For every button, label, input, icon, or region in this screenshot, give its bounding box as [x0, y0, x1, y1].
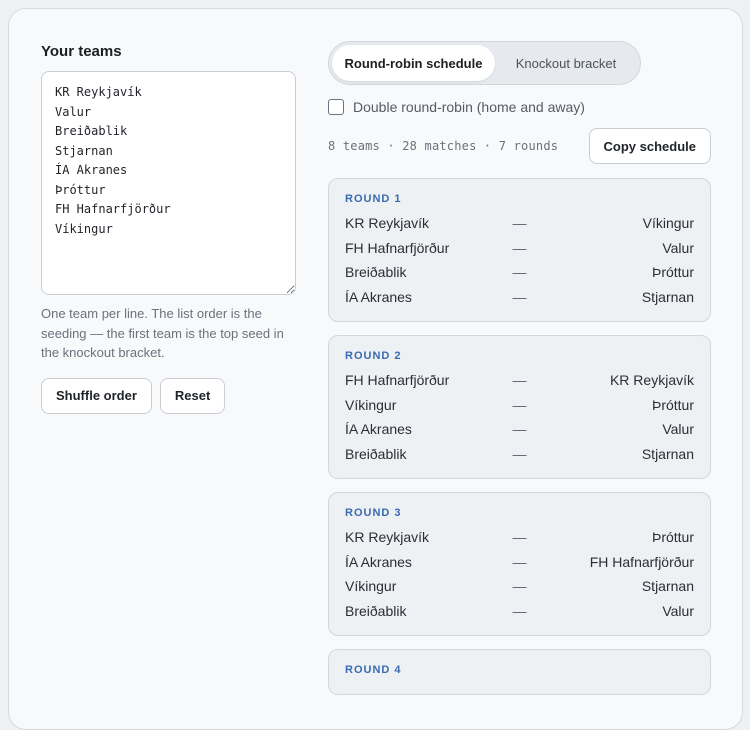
match-separator: —	[512, 239, 527, 256]
scheduler-card: Your teams One team per line. The list o…	[8, 8, 743, 730]
schedule-stats: 8 teams · 28 matches · 7 rounds	[328, 139, 559, 153]
match-row: Víkingur — Stjarnan	[345, 574, 694, 599]
schedule-panel: Round-robin schedule Knockout bracket Do…	[328, 41, 711, 695]
teams-input-wrapper	[41, 71, 296, 295]
match-separator: —	[512, 445, 527, 462]
match-row: Breiðablik — Stjarnan	[345, 442, 694, 467]
match-separator: —	[512, 553, 527, 570]
home-team: Breiðablik	[345, 602, 407, 619]
teams-hint: One team per line. The list order is the…	[41, 306, 284, 360]
round-card: ROUND 4	[328, 649, 711, 695]
away-team: Þróttur	[651, 264, 694, 281]
home-team: ÍA Akranes	[345, 288, 412, 305]
match-row: FH Hafnarfjörður — KR Reykjavík	[345, 368, 694, 393]
home-team: Víkingur	[345, 396, 397, 413]
match-separator: —	[512, 264, 527, 281]
view-tabs: Round-robin schedule Knockout bracket	[328, 41, 641, 85]
match-separator: —	[512, 602, 527, 619]
home-team: FH Hafnarfjörður	[345, 239, 450, 256]
match-separator: —	[512, 396, 527, 413]
away-team: Víkingur	[642, 215, 694, 232]
match-separator: —	[512, 578, 527, 595]
round-title: ROUND 3	[345, 507, 402, 519]
match-row: KR Reykjavík — Þróttur	[345, 525, 694, 550]
home-team: Víkingur	[345, 578, 397, 595]
match-row: ÍA Akranes — FH Hafnarfjörður	[345, 550, 694, 575]
home-team: FH Hafnarfjörður	[345, 372, 450, 389]
away-team: KR Reykjavík	[609, 372, 694, 389]
match-row: ÍA Akranes — Stjarnan	[345, 285, 694, 310]
match-row: Víkingur — Þróttur	[345, 393, 694, 418]
away-team: FH Hafnarfjörður	[589, 553, 694, 570]
away-team: Stjarnan	[641, 445, 694, 462]
home-team: Breiðablik	[345, 445, 407, 462]
copy-schedule-button[interactable]: Copy schedule	[588, 128, 711, 164]
away-team: Valur	[662, 421, 694, 438]
round-card: ROUND 3 KR Reykjavík — Þróttur ÍA Akranes — FH…	[328, 492, 711, 636]
teams-heading: Your teams	[41, 43, 122, 60]
teams-textarea[interactable]	[41, 71, 296, 295]
home-team: KR Reykjavík	[345, 215, 430, 232]
home-team: KR Reykjavík	[345, 529, 430, 546]
match-separator: —	[512, 215, 527, 232]
double-round-robin-option[interactable]: Double round-robin (home and away)	[328, 99, 711, 115]
round-card: ROUND 2 FH Hafnarfjörður — KR Reykjavík Víki…	[328, 335, 711, 479]
away-team: Þróttur	[651, 396, 694, 413]
home-team: ÍA Akranes	[345, 421, 412, 438]
away-team: Valur	[662, 602, 694, 619]
match-separator: —	[512, 288, 527, 305]
home-team: ÍA Akranes	[345, 553, 412, 570]
round-title: ROUND 4	[345, 664, 402, 676]
away-team: Þróttur	[651, 529, 694, 546]
match-separator: —	[512, 372, 527, 389]
away-team: Valur	[662, 239, 694, 256]
round-card: ROUND 1 KR Reykjavík — Víkingur FH Hafnarfjö…	[328, 178, 711, 322]
reset-button[interactable]: Reset	[159, 377, 226, 414]
tab-round-robin[interactable]: Round-robin schedule	[332, 45, 495, 81]
teams-panel: Your teams One team per line. The list o…	[41, 43, 297, 414]
tab-knockout-bracket[interactable]: Knockout bracket	[495, 45, 637, 81]
away-team: Stjarnan	[641, 578, 694, 595]
match-row: KR Reykjavík — Víkingur	[345, 211, 694, 236]
match-row: Breiðablik — Þróttur	[345, 260, 694, 285]
away-team: Stjarnan	[641, 288, 694, 305]
round-title: ROUND 1	[345, 193, 402, 205]
match-separator: —	[512, 529, 527, 546]
match-separator: —	[512, 421, 527, 438]
round-title: ROUND 2	[345, 350, 402, 362]
home-team: Breiðablik	[345, 264, 407, 281]
match-row: Breiðablik — Valur	[345, 599, 694, 624]
teams-actions: Shuffle order Reset	[41, 377, 297, 414]
match-row: ÍA Akranes — Valur	[345, 417, 694, 442]
rounds-list: ROUND 1 KR Reykjavík — Víkingur FH Hafnarfjö…	[328, 178, 711, 695]
shuffle-order-button[interactable]: Shuffle order	[41, 377, 152, 414]
match-row: FH Hafnarfjörður — Valur	[345, 236, 694, 261]
schedule-summary-row: 8 teams · 28 matches · 7 rounds Copy sch…	[328, 128, 711, 164]
double-round-robin-label: Double round-robin (home and away)	[353, 99, 585, 115]
double-round-robin-checkbox[interactable]	[328, 99, 344, 115]
